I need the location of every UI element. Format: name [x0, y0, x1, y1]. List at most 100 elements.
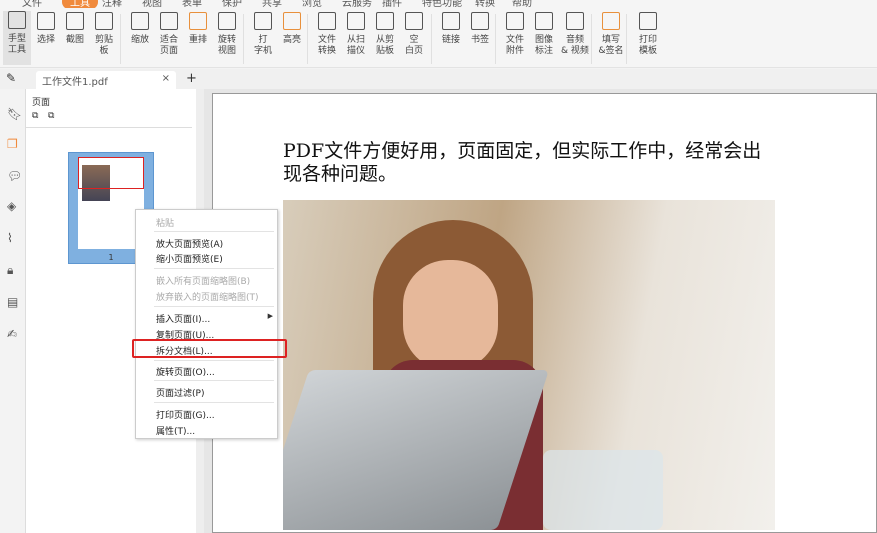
- menu-separator: [154, 306, 274, 307]
- toolbar-button-snapshot[interactable]: 截图: [61, 12, 89, 46]
- toolbar-label: 链接: [441, 35, 460, 45]
- menu-2[interactable]: 注释: [102, 0, 122, 8]
- highlight-annotation-box: [132, 339, 287, 358]
- menu-12[interactable]: 帮助: [512, 0, 532, 8]
- close-tab-button[interactable]: ×: [162, 73, 170, 84]
- link-icon: [442, 12, 460, 30]
- menu-separator: [154, 231, 274, 232]
- rotate-view-icon: [218, 12, 236, 30]
- menu-separator: [154, 402, 274, 403]
- highlight-icon: [283, 12, 301, 30]
- context-menu-item[interactable]: 插入页面(I)...: [156, 312, 210, 325]
- toolbar-label: 高亮: [282, 35, 301, 45]
- toolbar-button-from-clipboard[interactable]: 从剪 贴板: [371, 12, 399, 57]
- toolbar-label: 图像 标注: [534, 35, 553, 56]
- toolbar-separator: [120, 14, 121, 64]
- menu-11[interactable]: 转换: [475, 0, 495, 8]
- document-view: PDF文件方便好用，页面固定，但实际工作中，经常会出现各种问题。: [204, 89, 877, 533]
- toolbar-button-select-text[interactable]: 选择: [32, 12, 60, 46]
- menu-10[interactable]: 特色功能: [422, 0, 462, 8]
- menu-0[interactable]: 文件: [22, 0, 42, 8]
- zoom-icon: [131, 12, 149, 30]
- toolbar-button-hand[interactable]: 手型 工具: [3, 11, 31, 65]
- attachment-icon[interactable]: ⌇: [7, 231, 13, 245]
- document-icon[interactable]: ▤: [7, 295, 18, 309]
- toolbar-label: 缩放: [130, 35, 149, 45]
- toolbar-label: 填写 &签名: [598, 35, 624, 56]
- toolbar-label: 选择: [36, 35, 55, 45]
- menu-9[interactable]: 插件: [382, 0, 402, 8]
- file-convert-icon: [318, 12, 336, 30]
- toolbar-label: 打 字机: [253, 35, 272, 56]
- toolbar-button-video[interactable]: 音频 & 视频: [561, 12, 589, 57]
- context-menu-item[interactable]: 放大页面预览(A): [156, 237, 223, 250]
- toolbar-label: 打印 模板: [638, 35, 657, 56]
- panel-title: 页面: [32, 98, 51, 108]
- typewriter-icon: [254, 12, 272, 30]
- clipboard-icon: [95, 12, 113, 30]
- menu-1[interactable]: 工具: [62, 0, 98, 8]
- toolbar-button-rotate-view[interactable]: 旋转 视图: [213, 12, 241, 57]
- divider: [26, 127, 192, 128]
- pages-icon[interactable]: ❐: [7, 137, 18, 151]
- image-annotation-icon: [535, 12, 553, 30]
- context-menu-item[interactable]: 旋转页面(O)...: [156, 365, 215, 378]
- toolbar-button-image-annotation[interactable]: 图像 标注: [530, 12, 558, 57]
- menu-5[interactable]: 保护: [222, 0, 242, 8]
- toolbar-label: 空 白页: [404, 35, 423, 56]
- tab-bar: ✎ 工作文件1.pdf × +: [0, 69, 877, 89]
- new-tab-button[interactable]: +: [186, 71, 197, 86]
- toolbar-button-blank-page[interactable]: 空 白页: [400, 12, 428, 57]
- comment-icon[interactable]: 💬︎: [7, 169, 22, 183]
- toolbar-button-fit-page[interactable]: 适合 页面: [155, 12, 183, 57]
- toolbar-button-clipboard[interactable]: 剪贴 板: [90, 12, 118, 57]
- view-area-box[interactable]: [78, 157, 144, 189]
- page-options-icon[interactable]: ⧉: [32, 111, 38, 121]
- toolbar-button-fill-sign[interactable]: 填写 &签名: [597, 12, 625, 57]
- toolbar-button-file-convert[interactable]: 文件 转换: [313, 12, 341, 57]
- document-heading: PDF文件方便好用，页面固定，但实际工作中，经常会出现各种问题。: [283, 140, 762, 185]
- context-menu-item[interactable]: 缩小页面预览(E): [156, 252, 223, 265]
- attachment-icon: [506, 12, 524, 30]
- toolbar-button-zoom[interactable]: 缩放: [126, 12, 154, 46]
- toolbar-label: 文件 附件: [505, 35, 524, 56]
- page-insert-icon[interactable]: ⧉: [48, 111, 54, 121]
- menu-3[interactable]: 视图: [142, 0, 162, 8]
- layers-icon[interactable]: ◈: [7, 199, 16, 213]
- submenu-arrow-icon: ▶: [267, 312, 273, 320]
- context-menu-item[interactable]: 打印页面(G)...: [156, 408, 215, 421]
- signature-icon[interactable]: ✍︎: [7, 327, 17, 341]
- toolbar-button-highlight[interactable]: 高亮: [278, 12, 306, 46]
- toolbar-label: 适合 页面: [159, 35, 178, 56]
- toolbar-label: 从剪 贴板: [375, 35, 394, 56]
- context-menu-item[interactable]: 页面过滤(P): [156, 386, 204, 399]
- toolbar-label: 截图: [65, 35, 84, 45]
- toolbar-label: 文件 转换: [317, 35, 336, 56]
- toolbar-button-attachment[interactable]: 文件 附件: [501, 12, 529, 57]
- fit-page-icon: [160, 12, 178, 30]
- eraser-icon[interactable]: ✎: [6, 71, 16, 85]
- toolbar-label: 音频 & 视频: [561, 35, 589, 56]
- toolbar-label: 旋转 视图: [217, 35, 236, 56]
- tab-file[interactable]: 工作文件1.pdf ×: [36, 71, 176, 89]
- toolbar-button-print[interactable]: 打印 模板: [634, 12, 662, 57]
- toolbar-button-typewriter[interactable]: 打 字机: [249, 12, 277, 57]
- bookmark-icon[interactable]: 🔖︎: [7, 107, 22, 121]
- menu-6[interactable]: 共享: [262, 0, 282, 8]
- menu-8[interactable]: 云服务: [342, 0, 372, 8]
- toolbar: 手型 工具 选择 截图 剪贴 板 缩放 适合 页面 重排 旋转 视图打 字机 高亮 文件 转换 从扫…: [0, 8, 877, 68]
- menu-4[interactable]: 表单: [182, 0, 202, 8]
- document-photo: [283, 200, 775, 530]
- toolbar-button-scanner[interactable]: 从扫 描仪: [342, 12, 370, 57]
- video-icon: [566, 12, 584, 30]
- toolbar-button-bookmark[interactable]: 书签: [466, 12, 494, 46]
- context-menu-item[interactable]: 属性(T)...: [156, 424, 195, 437]
- menu-7[interactable]: 浏览: [302, 0, 322, 8]
- toolbar-separator: [307, 14, 308, 64]
- toolbar-button-link[interactable]: 链接: [437, 12, 465, 46]
- security-icon[interactable]: 🔒︎: [7, 263, 13, 278]
- toolbar-button-reflow[interactable]: 重排: [184, 12, 212, 46]
- toolbar-separator: [495, 14, 496, 64]
- toolbar-label: 从扫 描仪: [346, 35, 365, 56]
- toolbar-separator: [243, 14, 244, 64]
